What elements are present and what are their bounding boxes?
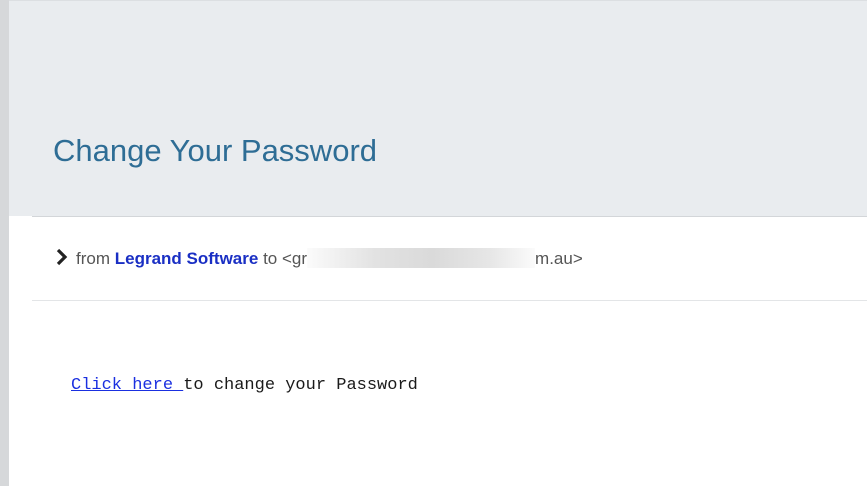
- left-panel-edge: [0, 0, 9, 486]
- redaction-block: [307, 248, 536, 268]
- sender-line: from Legrand Software to <gr m.au>: [76, 248, 583, 270]
- recipient-address-end: m.au>: [535, 249, 583, 268]
- to-label: to: [263, 249, 278, 268]
- email-body: Click here to change your Password: [71, 375, 418, 397]
- email-header: [9, 0, 867, 216]
- change-password-link[interactable]: Click here: [71, 376, 183, 395]
- email-subject: Change Your Password: [53, 133, 378, 168]
- sender-name-link[interactable]: Legrand Software: [115, 249, 259, 268]
- from-label: from: [76, 249, 110, 268]
- chevron-right-icon[interactable]: [55, 248, 69, 266]
- body-text: to change your Password: [183, 376, 418, 395]
- email-viewer: Change Your Password from Legrand Softwa…: [0, 0, 867, 486]
- recipient-address-start: <gr: [281, 249, 308, 268]
